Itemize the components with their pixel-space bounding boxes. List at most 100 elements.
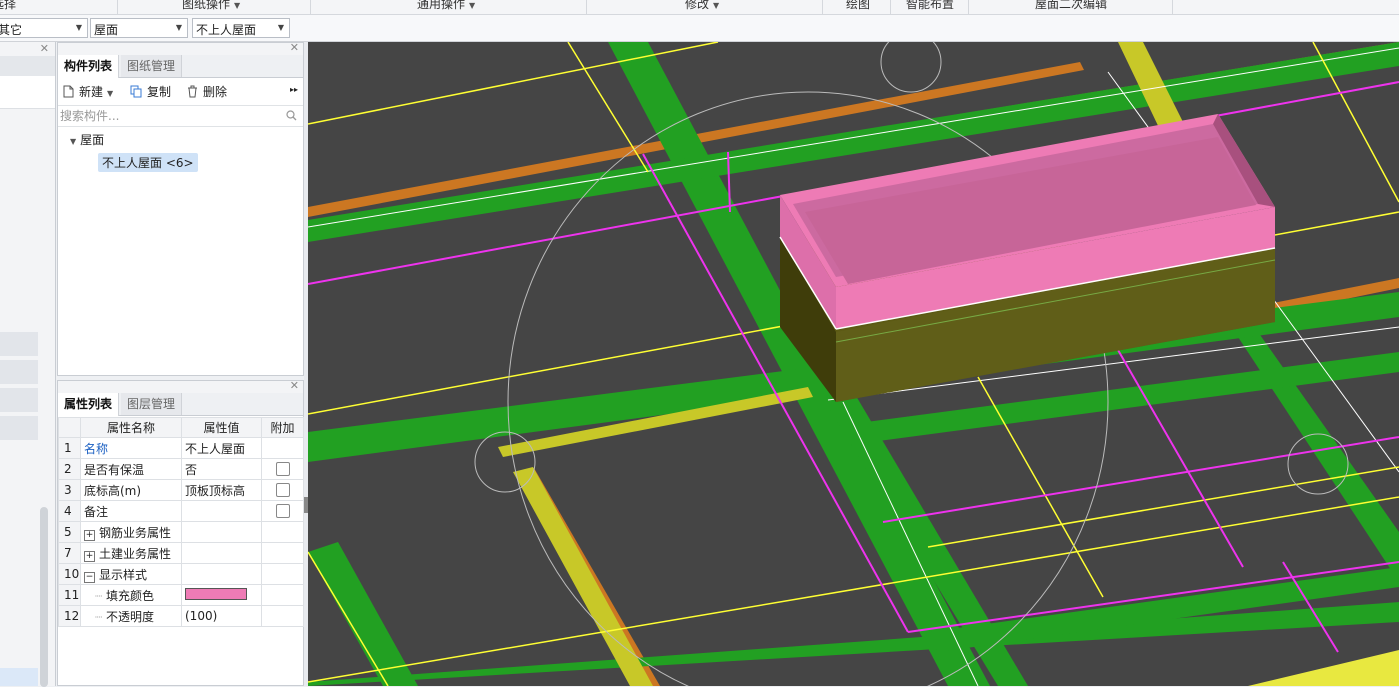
property-group[interactable]: + 钢筋业务属性 bbox=[80, 521, 182, 543]
row-number: 10 bbox=[58, 563, 81, 585]
expand-plus-icon[interactable]: + bbox=[84, 529, 95, 541]
new-file-icon bbox=[63, 85, 74, 98]
new-label: 新建 bbox=[79, 85, 104, 99]
navigation-item[interactable] bbox=[0, 360, 38, 384]
extra-cell bbox=[261, 605, 304, 627]
navigation-item[interactable] bbox=[0, 416, 38, 440]
search-input[interactable] bbox=[58, 106, 282, 126]
3d-viewport[interactable] bbox=[308, 42, 1399, 686]
ribbon-group-common-ops[interactable]: 通用操作 ▼ bbox=[417, 0, 475, 14]
extra-cell bbox=[261, 458, 304, 480]
new-button[interactable]: 新建 ▼ bbox=[62, 83, 113, 100]
property-value bbox=[181, 542, 262, 564]
table-row[interactable]: 11 ┈ 填充颜色 bbox=[58, 584, 304, 606]
table-header-row: 属性名称 属性值 附加 bbox=[58, 417, 304, 438]
property-value bbox=[181, 521, 262, 543]
navigation-item[interactable] bbox=[0, 388, 38, 412]
expand-arrow-icon[interactable]: ▼ bbox=[70, 137, 76, 146]
filter-toolbar: 其它 ▼ 屋面 ▼ 不上人屋面 ▼ bbox=[0, 15, 1399, 42]
property-group[interactable]: − 显示样式 bbox=[80, 563, 182, 585]
close-icon[interactable]: ✕ bbox=[40, 42, 49, 55]
ribbon-separator bbox=[1172, 0, 1173, 14]
navigation-panel: ✕ bbox=[0, 42, 56, 687]
extra-cell bbox=[261, 437, 304, 459]
property-name-cell: ┈ 不透明度 bbox=[80, 605, 182, 627]
combo-value: 不上人屋面 bbox=[196, 23, 257, 37]
property-value[interactable]: (100) bbox=[181, 605, 262, 627]
tree-connector: ┈ bbox=[95, 609, 107, 624]
panel-title-bar: ✕ bbox=[58, 379, 303, 393]
orbit-handle[interactable] bbox=[474, 431, 536, 493]
component-combo[interactable]: 不上人屋面 ▼ bbox=[192, 18, 290, 38]
extra-cell bbox=[261, 521, 304, 543]
orbit-handle[interactable] bbox=[880, 42, 942, 93]
collapse-minus-icon[interactable]: − bbox=[84, 571, 95, 583]
property-name: 钢筋业务属性 bbox=[99, 525, 172, 540]
property-value[interactable] bbox=[181, 584, 262, 606]
property-value[interactable] bbox=[181, 500, 262, 522]
property-panel-tabs: 属性列表 图层管理 bbox=[58, 393, 303, 416]
property-value[interactable]: 否 bbox=[181, 458, 262, 480]
floor-combo[interactable]: 其它 ▼ bbox=[0, 18, 88, 38]
green-beam bbox=[308, 602, 1399, 686]
ribbon-group-drawing-ops[interactable]: 图纸操作 ▼ bbox=[182, 0, 240, 14]
property-name: 填充颜色 bbox=[106, 588, 155, 603]
ribbon-group-smart-layout[interactable]: 智能布置 bbox=[906, 0, 955, 14]
axis-line bbox=[308, 496, 1399, 683]
ribbon-group-roof-edit[interactable]: 屋面二次编辑 bbox=[1035, 0, 1108, 14]
component-actions: 新建 ▼ 复制 删除 ▸▸ bbox=[58, 79, 303, 103]
scrollbar[interactable] bbox=[40, 507, 48, 687]
close-icon[interactable]: ✕ bbox=[290, 379, 299, 392]
copy-button[interactable]: 复制 bbox=[130, 83, 171, 100]
expand-plus-icon[interactable]: + bbox=[84, 550, 95, 562]
table-row[interactable]: 2 是否有保温 否 bbox=[58, 458, 304, 480]
copy-icon bbox=[130, 85, 142, 98]
tree-node-selected-component[interactable]: 不上人屋面 <6> bbox=[98, 153, 198, 172]
extra-cell bbox=[261, 563, 304, 585]
ribbon-separator bbox=[890, 0, 891, 14]
table-row[interactable]: 10 − 显示样式 bbox=[58, 563, 304, 585]
table-row[interactable]: 7 + 土建业务属性 bbox=[58, 542, 304, 564]
extra-cell bbox=[261, 500, 304, 522]
caret-down-icon: ▼ bbox=[713, 1, 720, 10]
tab-property-list[interactable]: 属性列表 bbox=[58, 393, 120, 416]
green-beam bbox=[308, 542, 418, 686]
tab-layer-management[interactable]: 图层管理 bbox=[121, 393, 183, 415]
ribbon-group-label: 屋面二次编辑 bbox=[1035, 0, 1108, 11]
navigation-item[interactable] bbox=[0, 332, 38, 356]
ribbon-group-draw[interactable]: 绘图 bbox=[846, 0, 871, 14]
table-row[interactable]: 1 名称 不上人屋面 bbox=[58, 437, 304, 459]
tree-node-roof[interactable]: ▼ 屋面 bbox=[70, 131, 104, 148]
3d-scene[interactable] bbox=[308, 42, 1399, 686]
ribbon-group-label: 绘图 bbox=[846, 0, 871, 11]
ribbon-group-select[interactable]: 选择 bbox=[0, 0, 17, 14]
ribbon-group-label: 智能布置 bbox=[906, 0, 955, 11]
property-name-cell: ┈ 填充颜色 bbox=[80, 584, 182, 606]
chevron-down-icon: ▼ bbox=[175, 23, 182, 32]
more-icon[interactable]: ▸▸ bbox=[290, 85, 298, 94]
property-value[interactable]: 不上人屋面 bbox=[181, 437, 262, 459]
trash-icon bbox=[188, 85, 197, 98]
property-value[interactable]: 顶板顶标高 bbox=[181, 479, 262, 501]
table-row[interactable]: 12 ┈ 不透明度 (100) bbox=[58, 605, 304, 627]
category-combo[interactable]: 屋面 ▼ bbox=[90, 18, 188, 38]
ribbon-group-modify[interactable]: 修改 ▼ bbox=[685, 0, 720, 14]
tab-drawing-management[interactable]: 图纸管理 bbox=[121, 55, 183, 77]
row-number: 11 bbox=[58, 584, 81, 606]
fill-color-swatch[interactable] bbox=[185, 588, 247, 600]
table-row[interactable]: 3 底标高(m) 顶板顶标高 bbox=[58, 479, 304, 501]
table-row[interactable]: 5 + 钢筋业务属性 bbox=[58, 521, 304, 543]
extra-checkbox[interactable] bbox=[275, 482, 290, 497]
close-icon[interactable]: ✕ bbox=[290, 41, 299, 54]
property-group[interactable]: + 土建业务属性 bbox=[80, 542, 182, 564]
ribbon-group-label: 选择 bbox=[0, 0, 17, 11]
extra-checkbox[interactable] bbox=[275, 461, 290, 476]
extra-checkbox[interactable] bbox=[275, 503, 290, 518]
ribbon-group-label: 通用操作 bbox=[417, 0, 466, 11]
header-cell bbox=[58, 417, 81, 438]
delete-button[interactable]: 删除 bbox=[186, 83, 227, 100]
navigation-item-selected[interactable] bbox=[0, 668, 38, 686]
table-row[interactable]: 4 备注 bbox=[58, 500, 304, 522]
tab-component-list[interactable]: 构件列表 bbox=[58, 55, 120, 78]
component-list-panel: ✕ 构件列表 图纸管理 新建▼ 复制 删除 ▸▸ ▼屋面 不上人屋面 <6> bbox=[57, 41, 304, 376]
